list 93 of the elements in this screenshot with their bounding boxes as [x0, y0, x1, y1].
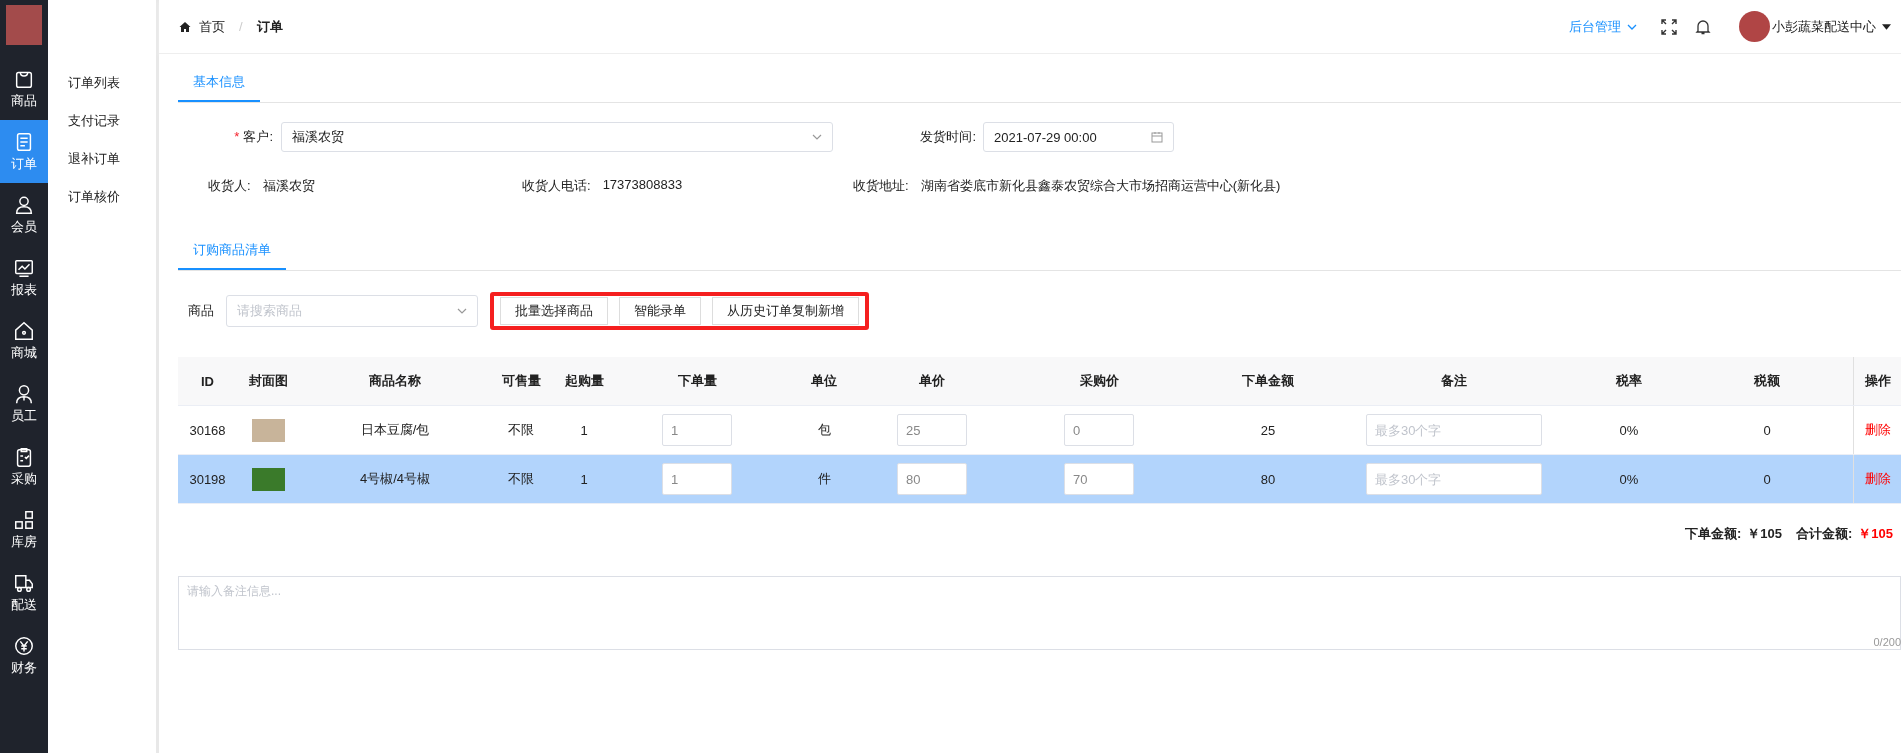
breadcrumb-separator: / — [239, 19, 243, 34]
cost-input[interactable]: 0 — [1064, 414, 1134, 446]
table-cell: 件 — [817, 470, 831, 488]
photo-placeholder — [251, 467, 285, 491]
field-label: 收货地址: — [853, 177, 909, 195]
submenu-item[interactable]: 支付记录 — [48, 102, 156, 140]
table-cell: 25 — [1260, 422, 1276, 438]
column-header: 商品名称 — [368, 372, 422, 390]
nav-item[interactable]: 采购 — [0, 435, 48, 498]
table-cell: 30168 — [189, 422, 226, 438]
chevron-down-icon — [1627, 23, 1637, 30]
nav-item[interactable]: 报表 — [0, 246, 48, 309]
character-counter: 0/200 — [1873, 636, 1901, 648]
table-cell: 0% — [1619, 471, 1639, 487]
total-label: 下单金额: — [1684, 525, 1742, 543]
price-input[interactable]: 80 — [897, 463, 967, 495]
column-header: 单位 — [810, 372, 838, 390]
column-header: 税额 — [1753, 372, 1781, 390]
bell-icon[interactable] — [1695, 18, 1711, 35]
breadcrumb-link[interactable]: 首页 — [199, 17, 225, 36]
yen-icon — [13, 634, 35, 657]
table-cell: 不限 — [508, 470, 534, 488]
table-cell: 0% — [1619, 422, 1639, 438]
table-cell: 1 — [580, 471, 588, 487]
customer-select[interactable]: 福溪农贸 — [281, 122, 833, 152]
table-cell: 不限 — [508, 421, 534, 439]
nav-item[interactable]: 商城 — [0, 309, 48, 372]
column-header: ID — [200, 373, 215, 389]
fullscreen-icon[interactable] — [1661, 18, 1677, 35]
calendar-icon — [1151, 131, 1163, 143]
nav-item[interactable]: 员工 — [0, 372, 48, 435]
column-header: 下单金额 — [1241, 372, 1295, 390]
submenu-item[interactable]: 退补订单 — [48, 140, 156, 178]
field-value: 湖南省娄底市新化县鑫泰农贸综合大市场招商运营中心(新化县) — [920, 177, 1281, 195]
field-value: 福溪农贸 — [262, 177, 315, 195]
column-header: 下单量 — [676, 372, 718, 390]
note-input[interactable]: 最多30个字 — [1366, 463, 1542, 495]
column-header: 操作 — [1853, 357, 1901, 405]
action-button[interactable]: 从历史订单复制新增 — [712, 297, 859, 325]
table-cell: 0 — [1763, 422, 1771, 438]
action-button[interactable]: 智能录单 — [619, 297, 701, 325]
table-cell: 包 — [817, 421, 831, 439]
table-cell: 30198 — [189, 471, 226, 487]
person-icon — [13, 382, 35, 405]
nav-item[interactable]: 配送 — [0, 561, 48, 624]
column-header: 起购量 — [563, 372, 605, 390]
column-header: 税率 — [1615, 372, 1643, 390]
total-value: ￥105 — [1747, 525, 1782, 543]
table-cell: 1 — [580, 422, 588, 438]
quantity-input[interactable]: 1 — [662, 414, 732, 446]
field-label: 商品 — [188, 302, 214, 320]
table-cell: 0 — [1763, 471, 1771, 487]
cost-input[interactable]: 70 — [1064, 463, 1134, 495]
date-field[interactable]: 2021-07-29 00:00 — [983, 122, 1174, 152]
quantity-input[interactable]: 1 — [662, 463, 732, 495]
note-input[interactable]: 最多30个字 — [1366, 414, 1542, 446]
logo-photo-placeholder — [6, 5, 42, 45]
field-value: 17373808833 — [602, 177, 683, 194]
column-header: 封面图 — [247, 372, 289, 390]
table-cell: 80 — [1260, 471, 1276, 487]
column-header: 可售量 — [500, 372, 542, 390]
avatar — [1739, 11, 1770, 42]
submenu-item[interactable]: 订单列表 — [48, 64, 156, 102]
column-header: 单价 — [918, 372, 946, 390]
field-label: 收货人: — [208, 177, 251, 195]
total-label: 合计金额: — [1795, 525, 1853, 543]
field-label: * 客户: — [233, 128, 274, 146]
field-label: 收货人电话: — [522, 177, 591, 195]
action-button[interactable]: 批量选择商品 — [500, 297, 608, 325]
submenu-item[interactable]: 订单核价 — [48, 178, 156, 216]
nav-item[interactable]: 财务 — [0, 624, 48, 687]
chevron-down-icon — [812, 134, 822, 140]
column-header: 采购价 — [1078, 372, 1120, 390]
price-input[interactable]: 25 — [897, 414, 967, 446]
caret-down-icon — [1882, 23, 1891, 30]
nav-item[interactable]: 会员 — [0, 183, 48, 246]
total-value: ￥105 — [1858, 525, 1893, 543]
table-cell: 4号椒/4号椒 — [359, 470, 431, 488]
column-header: 备注 — [1440, 372, 1468, 390]
nav-item[interactable]: 库房 — [0, 498, 48, 561]
home-icon — [179, 20, 191, 33]
required-asterisk: * — [234, 129, 240, 144]
delete-link[interactable]: 删除 — [1864, 421, 1891, 439]
field-label: 发货时间: — [919, 128, 977, 146]
user-menu[interactable]: 小彭蔬菜配送中心 — [1772, 17, 1901, 36]
table-row[interactable]: 30168 日本豆腐/包 不限 1 1 包 25 0 25 最多30个字 0% 0 删除 — [178, 406, 1901, 455]
house-icon — [13, 319, 35, 342]
chevron-down-icon — [457, 308, 467, 314]
nav-item[interactable]: 商品 — [0, 57, 48, 120]
squares-icon — [13, 508, 35, 531]
table-row[interactable]: 30198 4号椒/4号椒 不限 1 1 件 80 70 80 最多30个字 0% 0 删除 — [178, 455, 1901, 504]
table-cell: 日本豆腐/包 — [360, 421, 430, 439]
photo-placeholder — [251, 418, 285, 442]
